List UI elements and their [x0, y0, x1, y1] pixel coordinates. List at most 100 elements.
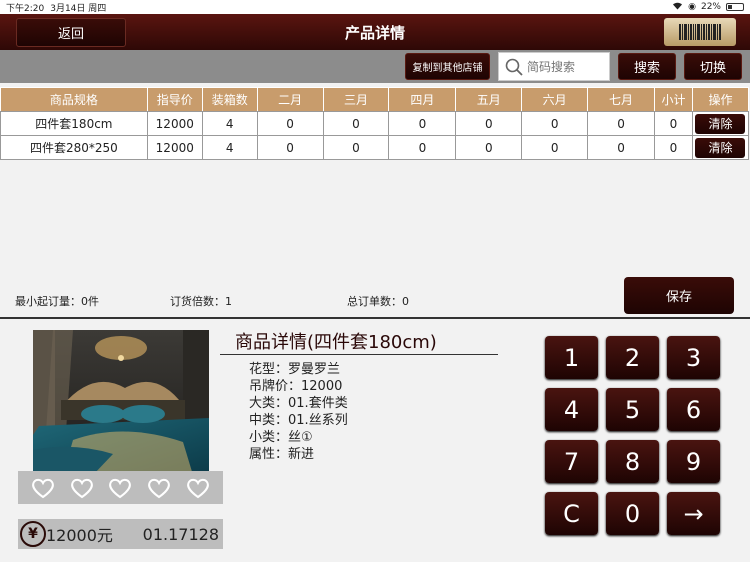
key-8[interactable]: 8	[606, 440, 659, 483]
month-qty-cell[interactable]: 0	[322, 135, 390, 160]
key-enter-arrow-icon[interactable]: →	[667, 492, 720, 535]
toolbar: 复制到其他店铺 搜索 切换	[0, 50, 750, 83]
clear-button[interactable]: 清除	[695, 113, 746, 134]
attribute-value: 12000	[301, 379, 343, 394]
numeric-keypad: 1 2 3 4 5 6 7 8 9 C 0 →	[545, 336, 720, 535]
heart-icon[interactable]	[147, 477, 171, 499]
action-cell: 清除	[691, 111, 750, 136]
column-header: 七月	[587, 87, 655, 112]
column-header: 六月	[521, 87, 589, 112]
month-qty-cell[interactable]: 0	[256, 135, 324, 160]
heart-icon[interactable]	[31, 477, 55, 499]
attribute-label: 吊牌价：	[249, 379, 302, 394]
month-qty-cell[interactable]: 0	[587, 135, 655, 160]
total-orders-label: 总订单数：0	[347, 295, 409, 308]
column-header: 商品规格	[0, 87, 148, 112]
price-bar: ¥ 12000元 01.17128	[18, 519, 223, 549]
battery-icon	[726, 3, 744, 11]
heart-icon[interactable]	[108, 477, 132, 499]
attribute-row: 中类： 01.丝系列	[249, 412, 348, 429]
month-qty-cell[interactable]: 0	[256, 111, 324, 136]
battery-percent: 22%	[700, 2, 721, 12]
heart-icon[interactable]	[186, 477, 210, 499]
key-clear[interactable]: C	[545, 492, 598, 535]
attribute-row: 属性： 新进	[249, 446, 348, 463]
search-button[interactable]: 搜索	[618, 53, 676, 80]
attribute-label: 小类：	[249, 430, 289, 445]
attribute-value: 丝①	[288, 430, 313, 445]
attribute-value: 01.套件类	[288, 396, 348, 411]
attribute-value: 01.丝系列	[288, 413, 348, 428]
clear-button[interactable]: 清除	[695, 137, 746, 158]
column-header: 指导价	[146, 87, 203, 112]
column-header: 五月	[455, 87, 523, 112]
key-4[interactable]: 4	[545, 388, 598, 431]
copy-to-store-button[interactable]: 复制到其他店铺	[405, 53, 490, 80]
attribute-row: 大类： 01.套件类	[249, 395, 348, 412]
month-qty-cell[interactable]: 0	[388, 135, 457, 160]
price-cell: 12000	[146, 135, 203, 160]
status-time: 下午2:20	[6, 3, 45, 14]
page-title: 产品详情	[344, 23, 405, 42]
action-cell: 清除	[691, 135, 750, 160]
box-qty-cell: 4	[201, 111, 258, 136]
back-button[interactable]: 返回	[16, 18, 126, 47]
subtotal-cell: 0	[654, 111, 693, 136]
product-code: 01.17128	[142, 524, 219, 544]
search-field[interactable]	[498, 52, 610, 81]
switch-button[interactable]: 切换	[684, 53, 742, 80]
search-input[interactable]	[527, 59, 607, 74]
table-header-row: 商品规格 指导价 装箱数 二月 三月 四月 五月 六月 七月 小计 操作	[0, 87, 750, 112]
min-order-label: 最小起订量：0件	[15, 295, 99, 308]
key-0[interactable]: 0	[606, 492, 659, 535]
key-6[interactable]: 6	[667, 388, 720, 431]
attribute-row: 吊牌价： 12000	[249, 378, 348, 395]
month-qty-cell[interactable]: 0	[455, 111, 523, 136]
attribute-row: 小类： 丝①	[249, 429, 348, 446]
key-1[interactable]: 1	[545, 336, 598, 379]
section-divider	[0, 317, 750, 319]
spec-cell: 四件套280*250	[0, 135, 148, 160]
column-header: 二月	[256, 87, 324, 112]
search-icon	[505, 58, 523, 76]
attribute-label: 中类：	[249, 413, 289, 428]
heart-icon[interactable]	[70, 477, 94, 499]
column-header: 小计	[654, 87, 693, 112]
column-header: 三月	[322, 87, 390, 112]
attribute-row: 花型： 罗曼罗兰	[249, 361, 348, 378]
spec-cell: 四件套180cm	[0, 111, 148, 136]
month-qty-cell[interactable]: 0	[322, 111, 390, 136]
key-3[interactable]: 3	[667, 336, 720, 379]
status-date: 3月14日 周四	[50, 3, 107, 14]
month-qty-cell[interactable]: 0	[455, 135, 523, 160]
product-image[interactable]	[33, 330, 209, 475]
attribute-label: 大类：	[249, 396, 289, 411]
barcode-scan-button[interactable]	[664, 18, 736, 46]
month-qty-cell[interactable]: 0	[521, 135, 589, 160]
table-row: 四件套280*250 12000 4 0 0 0 0 0 0 0 清除	[0, 135, 750, 160]
key-2[interactable]: 2	[606, 336, 659, 379]
key-7[interactable]: 7	[545, 440, 598, 483]
key-9[interactable]: 9	[667, 440, 720, 483]
month-qty-cell[interactable]: 0	[521, 111, 589, 136]
attribute-value: 罗曼罗兰	[288, 362, 341, 377]
rating-hearts	[18, 471, 223, 504]
box-qty-cell: 4	[201, 135, 258, 160]
key-5[interactable]: 5	[606, 388, 659, 431]
location-icon: ◉	[688, 2, 696, 12]
save-button[interactable]: 保存	[624, 277, 734, 314]
month-qty-cell[interactable]: 0	[587, 111, 655, 136]
attribute-label: 花型：	[249, 362, 289, 377]
table-row: 四件套180cm 12000 4 0 0 0 0 0 0 0 清除	[0, 111, 750, 136]
product-detail-title: 商品详情(四件套180cm)	[235, 332, 437, 353]
attribute-value: 新进	[288, 447, 315, 462]
barcode-icon	[679, 24, 721, 40]
attribute-label: 属性：	[249, 447, 289, 462]
order-multiple-label: 订货倍数：1	[170, 295, 232, 308]
product-price: 12000元	[46, 526, 113, 545]
subtotal-cell: 0	[654, 135, 693, 160]
month-qty-cell[interactable]: 0	[388, 111, 457, 136]
order-table: 商品规格 指导价 装箱数 二月 三月 四月 五月 六月 七月 小计 操作 四件套…	[0, 87, 750, 160]
column-header: 四月	[388, 87, 457, 112]
wifi-icon	[672, 1, 683, 13]
